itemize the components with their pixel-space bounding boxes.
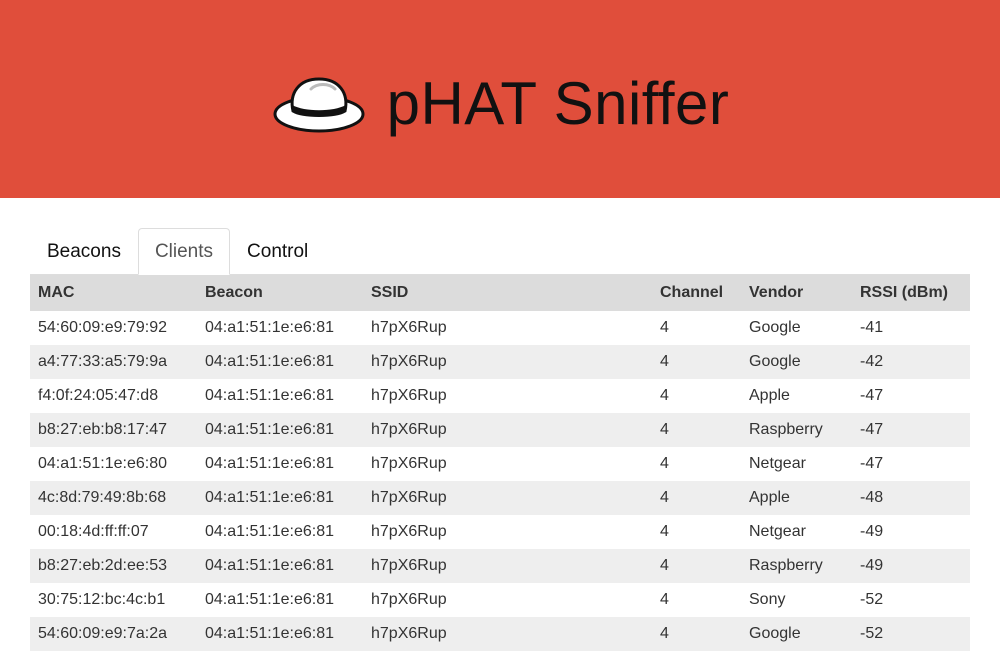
beacon-cell: 04:a1:51:1e:e6:81 [205, 591, 335, 608]
vendor-cell: Apple [749, 489, 790, 506]
channel-cell: 4 [660, 523, 669, 540]
mac-cell: 4c:8d:79:49:8b:68 [38, 489, 167, 506]
rssi-cell: -47 [860, 421, 884, 438]
channel-cell: 4 [660, 353, 669, 370]
ssid-cell: h7pX6Rup [371, 557, 447, 574]
ssid-cell: h7pX6Rup [371, 421, 447, 438]
table-row: a4:77:33:a5:79:9a 04:a1:51:1e:e6:81 h7pX6R… [30, 345, 970, 379]
beacon-cell: 04:a1:51:1e:e6:81 [205, 455, 335, 472]
vendor-cell: Google [749, 353, 801, 370]
rssi-cell: -48 [860, 489, 884, 506]
mac-cell: 00:18:4d:ff:ff:07 [38, 523, 149, 540]
vendor-cell: Raspberry [749, 421, 823, 438]
rssi-cell: -42 [860, 353, 884, 370]
column-header-mac[interactable]: MAC [30, 275, 197, 311]
table-header-row: MAC Beacon SSID Channel Vendor RSSI (dBm… [30, 275, 970, 311]
beacon-cell: 04:a1:51:1e:e6:81 [205, 625, 335, 642]
table-row: b8:27:eb:2d:ee:53 04:a1:51:1e:e6:81 h7pX6R… [30, 549, 970, 583]
mac-cell: f4:0f:24:05:47:d8 [38, 387, 159, 404]
table-row: b8:27:eb:b8:17:47 04:a1:51:1e:e6:81 h7pX6R… [30, 413, 970, 447]
rssi-cell: -47 [860, 387, 884, 404]
ssid-cell: h7pX6Rup [371, 523, 447, 540]
beacon-cell: 04:a1:51:1e:e6:81 [205, 557, 335, 574]
clients-table: MAC Beacon SSID Channel Vendor RSSI (dBm… [30, 275, 970, 651]
column-header-beacon[interactable]: Beacon [197, 275, 363, 311]
mac-cell: 04:a1:51:1e:e6:80 [38, 455, 168, 472]
main-content: Beacons Clients Control MAC Beacon SSID … [0, 198, 1000, 651]
table-row: 54:60:09:e9:79:92 04:a1:51:1e:e6:81 h7pX6R… [30, 311, 970, 345]
table-row: 30:75:12:bc:4c:b1 04:a1:51:1e:e6:81 h7pX6R… [30, 583, 970, 617]
table-row: f4:0f:24:05:47:d8 04:a1:51:1e:e6:81 h7pX6R… [30, 379, 970, 413]
vendor-cell: Google [749, 625, 801, 642]
channel-cell: 4 [660, 591, 669, 608]
ssid-cell: h7pX6Rup [371, 625, 447, 642]
beacon-cell: 04:a1:51:1e:e6:81 [205, 319, 335, 336]
table-row: 54:60:09:e9:7a:2a 04:a1:51:1e:e6:81 h7pX6R… [30, 617, 970, 651]
vendor-cell: Netgear [749, 523, 806, 540]
table-body: 54:60:09:e9:79:92 04:a1:51:1e:e6:81 h7pX6R… [30, 311, 970, 651]
rssi-cell: -52 [860, 591, 884, 608]
channel-cell: 4 [660, 557, 669, 574]
channel-cell: 4 [660, 387, 669, 404]
mac-cell: 54:60:09:e9:79:92 [38, 319, 168, 336]
mac-cell: a4:77:33:a5:79:9a [38, 353, 168, 370]
beacon-cell: 04:a1:51:1e:e6:81 [205, 523, 335, 540]
table-row: 00:18:4d:ff:ff:07 04:a1:51:1e:e6:81 h7pX6R… [30, 515, 970, 549]
column-header-rssi[interactable]: RSSI (dBm) [852, 275, 970, 311]
beacon-cell: 04:a1:51:1e:e6:81 [205, 421, 335, 438]
beacon-cell: 04:a1:51:1e:e6:81 [205, 387, 335, 404]
vendor-cell: Apple [749, 387, 790, 404]
column-header-channel[interactable]: Channel [652, 275, 741, 311]
mac-cell: 54:60:09:e9:7a:2a [38, 625, 168, 642]
tab-clients[interactable]: Clients [137, 228, 231, 275]
beacon-cell: 04:a1:51:1e:e6:81 [205, 353, 335, 370]
header-banner: pHAT Sniffer [0, 0, 1000, 198]
table-row: 4c:8d:79:49:8b:68 04:a1:51:1e:e6:81 h7pX6R… [30, 481, 970, 515]
vendor-cell: Raspberry [749, 557, 823, 574]
vendor-cell: Sony [749, 591, 786, 608]
mac-cell: b8:27:eb:2d:ee:53 [38, 557, 168, 574]
mac-cell: 30:75:12:bc:4c:b1 [38, 591, 166, 608]
brand: pHAT Sniffer [271, 69, 730, 138]
rssi-cell: -47 [860, 455, 884, 472]
column-header-ssid[interactable]: SSID [363, 275, 652, 311]
rssi-cell: -49 [860, 557, 884, 574]
ssid-cell: h7pX6Rup [371, 455, 447, 472]
column-header-vendor[interactable]: Vendor [741, 275, 852, 311]
table-row: 04:a1:51:1e:e6:80 04:a1:51:1e:e6:81 h7pX6R… [30, 447, 970, 481]
channel-cell: 4 [660, 625, 669, 642]
rssi-cell: -49 [860, 523, 884, 540]
vendor-cell: Google [749, 319, 801, 336]
mac-cell: b8:27:eb:b8:17:47 [38, 421, 168, 438]
ssid-cell: h7pX6Rup [371, 591, 447, 608]
rssi-cell: -41 [860, 319, 884, 336]
vendor-cell: Netgear [749, 455, 806, 472]
channel-cell: 4 [660, 489, 669, 506]
channel-cell: 4 [660, 319, 669, 336]
tab-control[interactable]: Control [230, 228, 325, 275]
app-title: pHAT Sniffer [386, 69, 730, 137]
fedora-hat-icon [273, 77, 365, 133]
rssi-cell: -52 [860, 625, 884, 642]
channel-cell: 4 [660, 455, 669, 472]
ssid-cell: h7pX6Rup [371, 489, 447, 506]
ssid-cell: h7pX6Rup [371, 319, 447, 336]
ssid-cell: h7pX6Rup [371, 387, 447, 404]
ssid-cell: h7pX6Rup [371, 353, 447, 370]
tab-bar: Beacons Clients Control [30, 228, 970, 275]
tab-beacons[interactable]: Beacons [30, 228, 138, 275]
channel-cell: 4 [660, 421, 669, 438]
beacon-cell: 04:a1:51:1e:e6:81 [205, 489, 335, 506]
